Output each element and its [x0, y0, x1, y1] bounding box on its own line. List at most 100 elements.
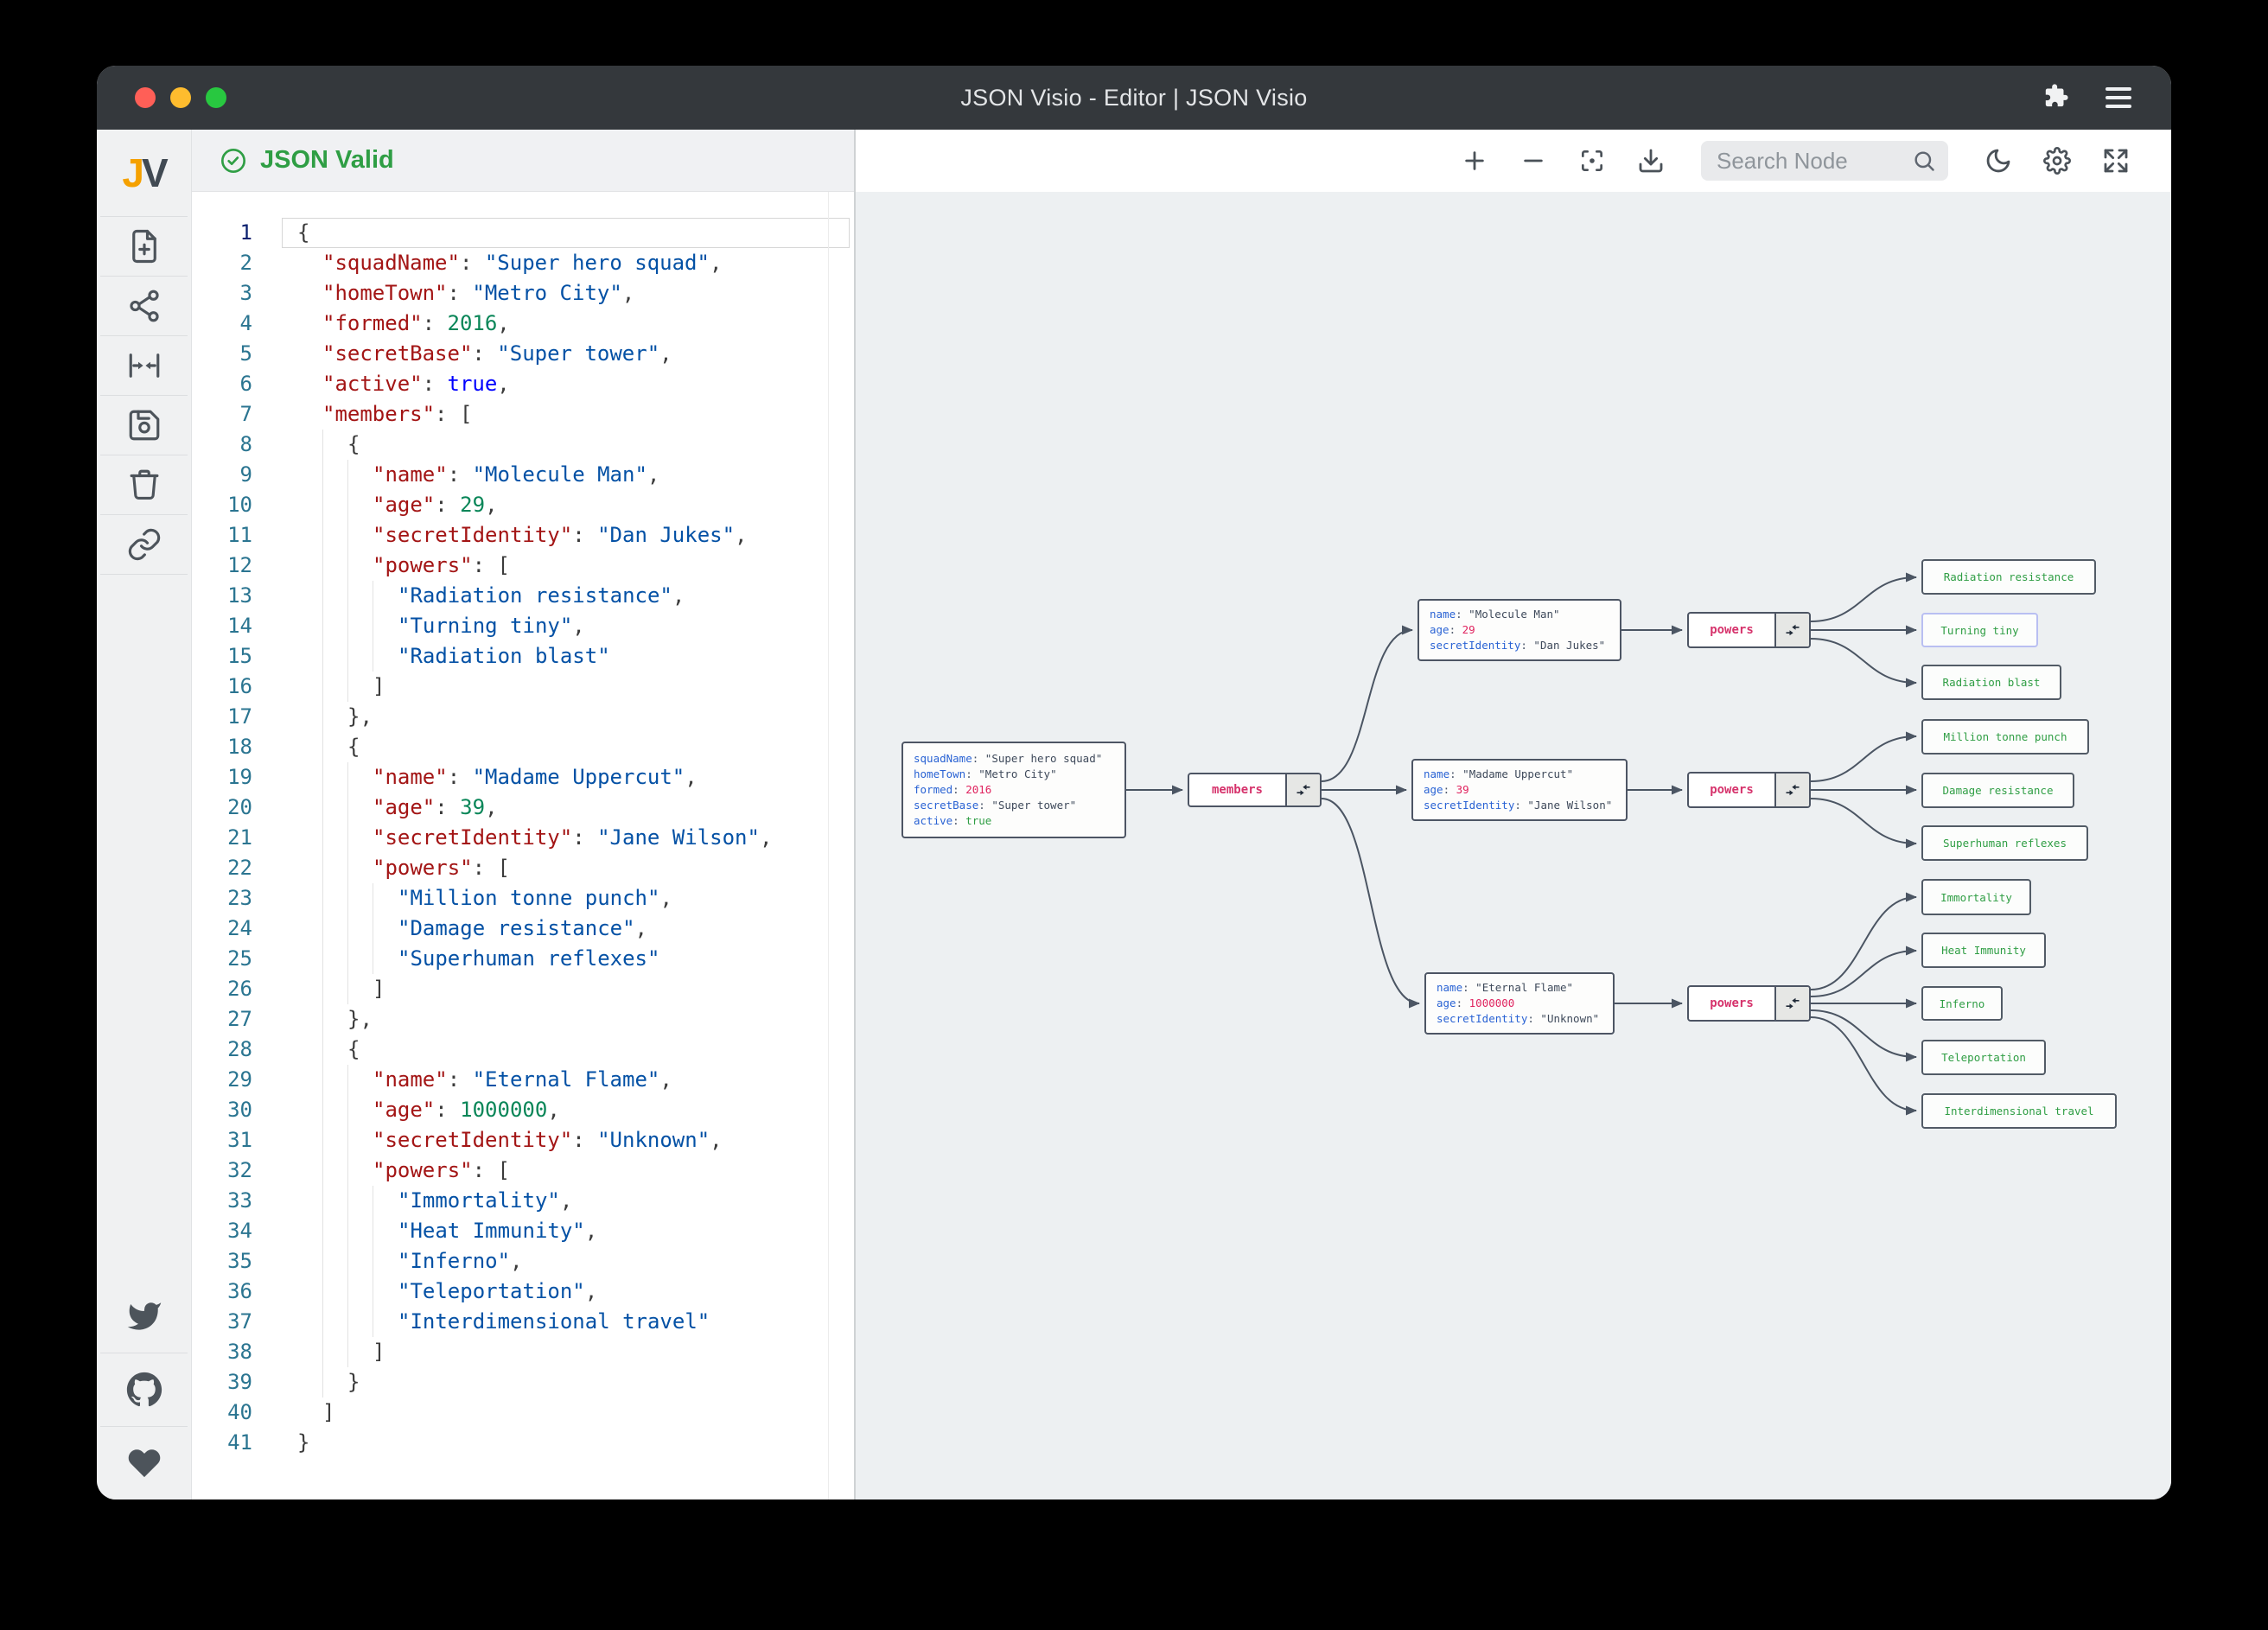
collapse-node-button[interactable] [1774, 774, 1809, 806]
settings-button[interactable] [2043, 147, 2071, 175]
code-line[interactable]: 13 "Radiation resistance", [192, 581, 854, 611]
graph-node-leaf-6[interactable]: Superhuman reflexes [1921, 825, 2088, 861]
code-line[interactable]: 1{ [192, 218, 854, 248]
graph-node-leaf-4[interactable]: Million tonne punch [1921, 719, 2089, 755]
center-fit-button[interactable] [97, 336, 191, 395]
code-line[interactable]: 25 "Superhuman reflexes" [192, 944, 854, 974]
graph-node-powers-2[interactable]: powers [1687, 772, 1811, 808]
code-line[interactable]: 28{ [192, 1035, 854, 1065]
graph-node-member-2[interactable]: name: "Madame Uppercut" age: 39 secretIden… [1411, 759, 1628, 821]
graph-node-leaf-11[interactable]: Interdimensional travel [1921, 1093, 2117, 1129]
graph-node-leaf-10[interactable]: Teleportation [1921, 1040, 2046, 1075]
graph-node-leaf-2[interactable]: Turning tiny [1921, 613, 2038, 647]
menu-hamburger-icon[interactable] [2106, 87, 2131, 108]
graph-node-members[interactable]: members [1188, 773, 1322, 807]
graph-node-leaf-3[interactable]: Radiation blast [1921, 665, 2061, 700]
collapse-node-icon [1786, 624, 1800, 636]
json-code-editor[interactable]: 1{2 "squadName": "Super hero squad", 3 "hom… [192, 192, 854, 1499]
code-line[interactable]: 2 "squadName": "Super hero squad", [192, 248, 854, 278]
graph-node-powers-1[interactable]: powers [1687, 612, 1811, 648]
github-link[interactable] [97, 1353, 191, 1426]
search-node [1701, 141, 1948, 181]
line-number: 36 [227, 1279, 252, 1303]
code-line[interactable]: 32 "powers": [ [192, 1156, 854, 1186]
code-line[interactable]: 35 "Inferno", [192, 1246, 854, 1277]
code-line[interactable]: 27}, [192, 1004, 854, 1035]
collapse-node-button[interactable] [1774, 987, 1809, 1020]
code-line[interactable]: 38] [192, 1337, 854, 1367]
download-image-button[interactable] [1637, 147, 1665, 175]
code-line[interactable]: 22 "powers": [ [192, 853, 854, 883]
code-line[interactable]: 14 "Turning tiny", [192, 611, 854, 641]
code-line[interactable]: 24 "Damage resistance", [192, 914, 854, 944]
code-line[interactable]: 40] [192, 1398, 854, 1428]
zoom-in-button[interactable] [1461, 147, 1488, 175]
code-line[interactable]: 9 "name": "Molecule Man", [192, 460, 854, 490]
code-line[interactable]: 16] [192, 672, 854, 702]
code-line[interactable]: 11 "secretIdentity": "Dan Jukes", [192, 520, 854, 551]
collapse-node-button[interactable] [1774, 614, 1809, 646]
code-line[interactable]: 3 "homeTown": "Metro City", [192, 278, 854, 309]
dark-mode-toggle[interactable] [1984, 147, 2012, 175]
code-line[interactable]: 34 "Heat Immunity", [192, 1216, 854, 1246]
code-line[interactable]: 10 "age": 29, [192, 490, 854, 520]
code-line[interactable]: 41} [192, 1428, 854, 1458]
code-line[interactable]: 29 "name": "Eternal Flame", [192, 1065, 854, 1095]
graph-node-member-1[interactable]: name: "Molecule Man" age: 29 secretIdentit… [1418, 599, 1621, 661]
clear-button[interactable] [97, 455, 191, 514]
graph-canvas[interactable]: squadName: "Super hero squad" homeTown: "… [856, 192, 2171, 1499]
save-icon [129, 410, 159, 441]
sponsor-link[interactable] [97, 1427, 191, 1499]
line-content: }, [252, 1004, 373, 1035]
code-line[interactable]: 20 "age": 39, [192, 793, 854, 823]
code-line[interactable]: 8{ [192, 430, 854, 460]
code-line[interactable]: 15 "Radiation blast" [192, 641, 854, 672]
code-line[interactable]: 19 "name": "Madame Uppercut", [192, 762, 854, 793]
code-line[interactable]: 6 "active": true, [192, 369, 854, 399]
collapse-node-button[interactable] [1285, 774, 1320, 805]
line-content: "squadName": "Super hero squad", [322, 251, 723, 275]
line-number: 34 [227, 1219, 252, 1243]
code-line[interactable]: 39} [192, 1367, 854, 1398]
graph-node-leaf-5[interactable]: Damage resistance [1921, 773, 2074, 808]
graph-node-member-3[interactable]: name: "Eternal Flame" age: 1000000 secretI… [1424, 972, 1615, 1035]
code-line[interactable]: 4 "formed": 2016, [192, 309, 854, 339]
node-label: powers [1710, 783, 1754, 797]
minus-icon [1524, 159, 1543, 162]
twitter-link[interactable] [97, 1280, 191, 1353]
code-line[interactable]: 30 "age": 1000000, [192, 1095, 854, 1125]
new-document-icon [131, 229, 156, 264]
graph-node-leaf-7[interactable]: Immortality [1921, 879, 2031, 915]
graph-node-leaf-9[interactable]: Inferno [1921, 986, 2003, 1021]
zoom-out-button[interactable] [1519, 147, 1547, 175]
code-line[interactable]: 21 "secretIdentity": "Jane Wilson", [192, 823, 854, 853]
code-line[interactable]: 7 "members": [ [192, 399, 854, 430]
save-button[interactable] [97, 396, 191, 455]
graph-node-root[interactable]: squadName: "Super hero squad" homeTown: "… [901, 742, 1126, 838]
code-line[interactable]: 37 "Interdimensional travel" [192, 1307, 854, 1337]
graph-node-powers-3[interactable]: powers [1687, 985, 1811, 1022]
code-line[interactable]: 26] [192, 974, 854, 1004]
graph-node-leaf-8[interactable]: Heat Immunity [1921, 933, 2046, 968]
graph-node-leaf-1[interactable]: Radiation resistance [1921, 559, 2096, 595]
code-line[interactable]: 31 "secretIdentity": "Unknown", [192, 1125, 854, 1156]
code-line[interactable]: 33 "Immortality", [192, 1186, 854, 1216]
code-line[interactable]: 5 "secretBase": "Super tower", [192, 339, 854, 369]
line-number: 13 [227, 583, 252, 608]
center-focus-button[interactable] [1578, 147, 1606, 175]
line-number: 14 [227, 614, 252, 638]
extensions-puzzle-icon[interactable] [2040, 81, 2069, 115]
fullscreen-button[interactable] [2102, 147, 2130, 175]
app-logo[interactable]: JV [97, 130, 191, 216]
new-document-button[interactable] [97, 217, 191, 276]
line-number: 1 [239, 220, 252, 245]
code-line[interactable]: 23 "Million tonne punch", [192, 883, 854, 914]
line-number: 40 [227, 1400, 252, 1424]
share-link-button[interactable] [97, 515, 191, 574]
code-line[interactable]: 36 "Teleportation", [192, 1277, 854, 1307]
code-line[interactable]: 18{ [192, 732, 854, 762]
graph-view-button[interactable] [97, 277, 191, 335]
link-icon [128, 528, 160, 561]
code-line[interactable]: 12 "powers": [ [192, 551, 854, 581]
code-line[interactable]: 17}, [192, 702, 854, 732]
